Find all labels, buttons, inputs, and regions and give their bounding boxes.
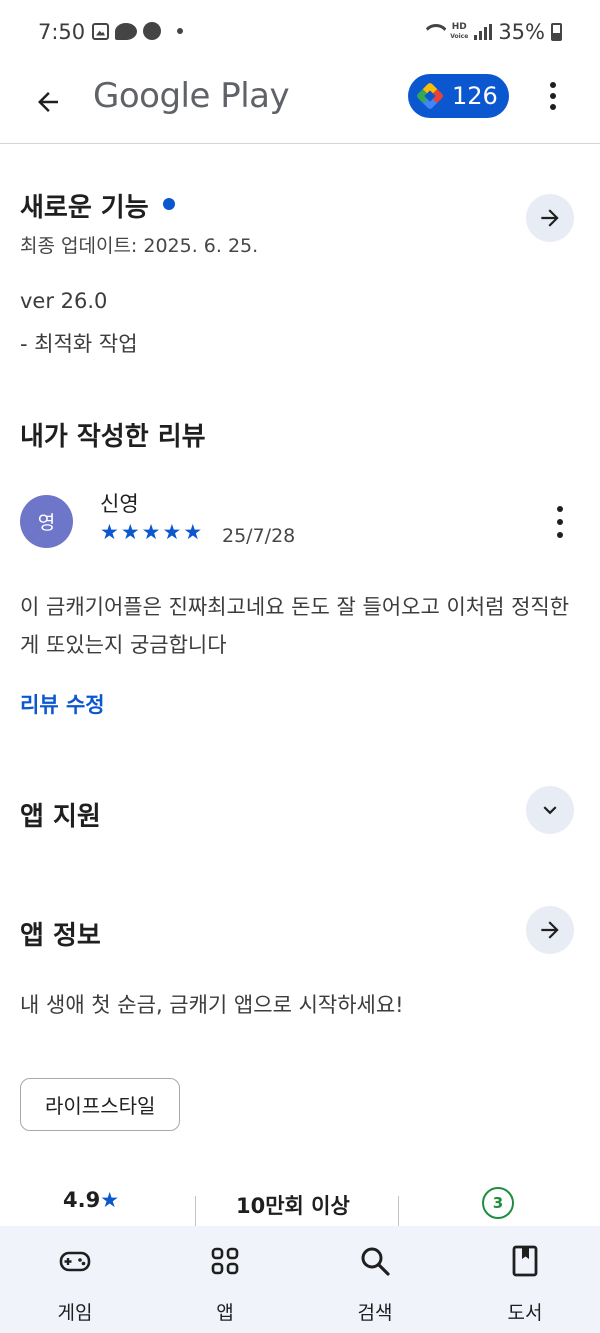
edit-review-link[interactable]: 리뷰 수정 [20,689,105,719]
star-icon: ★ [100,1188,120,1212]
star-icon: ★ [183,520,203,544]
play-points-button[interactable]: 126 [408,74,509,118]
play-points-icon [415,81,445,111]
search-icon [358,1244,392,1278]
notification-icons [92,22,183,40]
gamepad-icon [58,1244,92,1278]
apps-grid-icon [208,1244,242,1278]
rating-stat: 4.9★ [63,1188,120,1212]
hd-voice-icon: HD Voice [450,22,469,41]
nav-label: 도서 [507,1302,543,1324]
app-info-arrow-button[interactable] [526,906,574,954]
whats-new-title: 새로운 기능 [20,187,175,224]
more-vert-icon [550,82,556,88]
age-rating-badge: 3 [482,1187,514,1219]
dot-icon [177,28,183,34]
app-support-expand-button[interactable] [526,786,574,834]
nav-label: 앱 [216,1302,234,1324]
bottom-nav: 게임 앱 검색 도서 [0,1226,600,1333]
reviewer-name: 신영 [100,492,139,516]
nav-item-search[interactable]: 검색 [300,1226,450,1333]
more-options-button[interactable] [540,80,566,112]
signal-icon [474,24,493,40]
app-title: Google Play [93,76,290,116]
new-indicator-dot [162,198,175,210]
status-time: 7:50 [38,20,86,44]
app-support-title: 앱 지원 [20,802,101,832]
nav-label: 검색 [357,1302,393,1324]
downloads-stat: 10만회 이상 [236,1194,350,1218]
last-updated: 최종 업데이트: 2025. 6. 25. [20,235,259,257]
system-icons: HD Voice 35% [422,20,562,44]
star-rating: ★ ★ ★ ★ ★ [100,520,202,544]
category-chip[interactable]: 라이프스타일 [20,1078,181,1131]
more-vert-icon [557,506,563,512]
app-bar: Google Play 126 [0,68,600,144]
nav-label: 게임 [57,1302,93,1324]
chat-bubble-icon [115,22,137,40]
my-review-title: 내가 작성한 리뷰 [20,422,206,452]
nav-item-games[interactable]: 게임 [0,1226,150,1333]
app-description: 내 생애 첫 순금, 금캐기 앱으로 시작하세요! [20,993,404,1017]
battery-percent: 35% [498,20,545,44]
update-note: - 최적화 작업 [20,332,138,356]
arrow-forward-icon [541,921,559,939]
points-count: 126 [452,82,498,110]
review-date: 25/7/28 [222,525,296,547]
star-icon: ★ [141,520,161,544]
ball-icon [143,22,161,40]
review-more-button[interactable] [552,506,568,538]
star-icon: ★ [162,520,182,544]
chevron-down-icon [543,806,557,815]
back-arrow-icon [38,92,58,112]
status-bar: 7:50 HD Voice 35% [0,0,600,68]
divider [195,1196,196,1226]
app-info-title: 앱 정보 [20,921,101,951]
gallery-icon [92,22,109,40]
back-button[interactable] [28,82,68,122]
book-icon [508,1244,542,1278]
version-text: ver 26.0 [20,289,108,313]
arrow-forward-icon [541,209,559,227]
battery-icon [551,23,562,41]
divider [398,1196,399,1226]
nav-item-apps[interactable]: 앱 [150,1226,300,1333]
wifi-icon [422,24,444,40]
star-icon: ★ [100,520,119,544]
avatar: 영 [20,495,73,548]
nav-item-books[interactable]: 도서 [450,1226,600,1333]
review-text: 이 금캐기어플은 진짜최고네요 돈도 잘 들어오고 이처럼 정직한게 또있는지 … [20,595,570,657]
star-icon: ★ [120,520,140,544]
whats-new-arrow-button[interactable] [526,194,574,242]
